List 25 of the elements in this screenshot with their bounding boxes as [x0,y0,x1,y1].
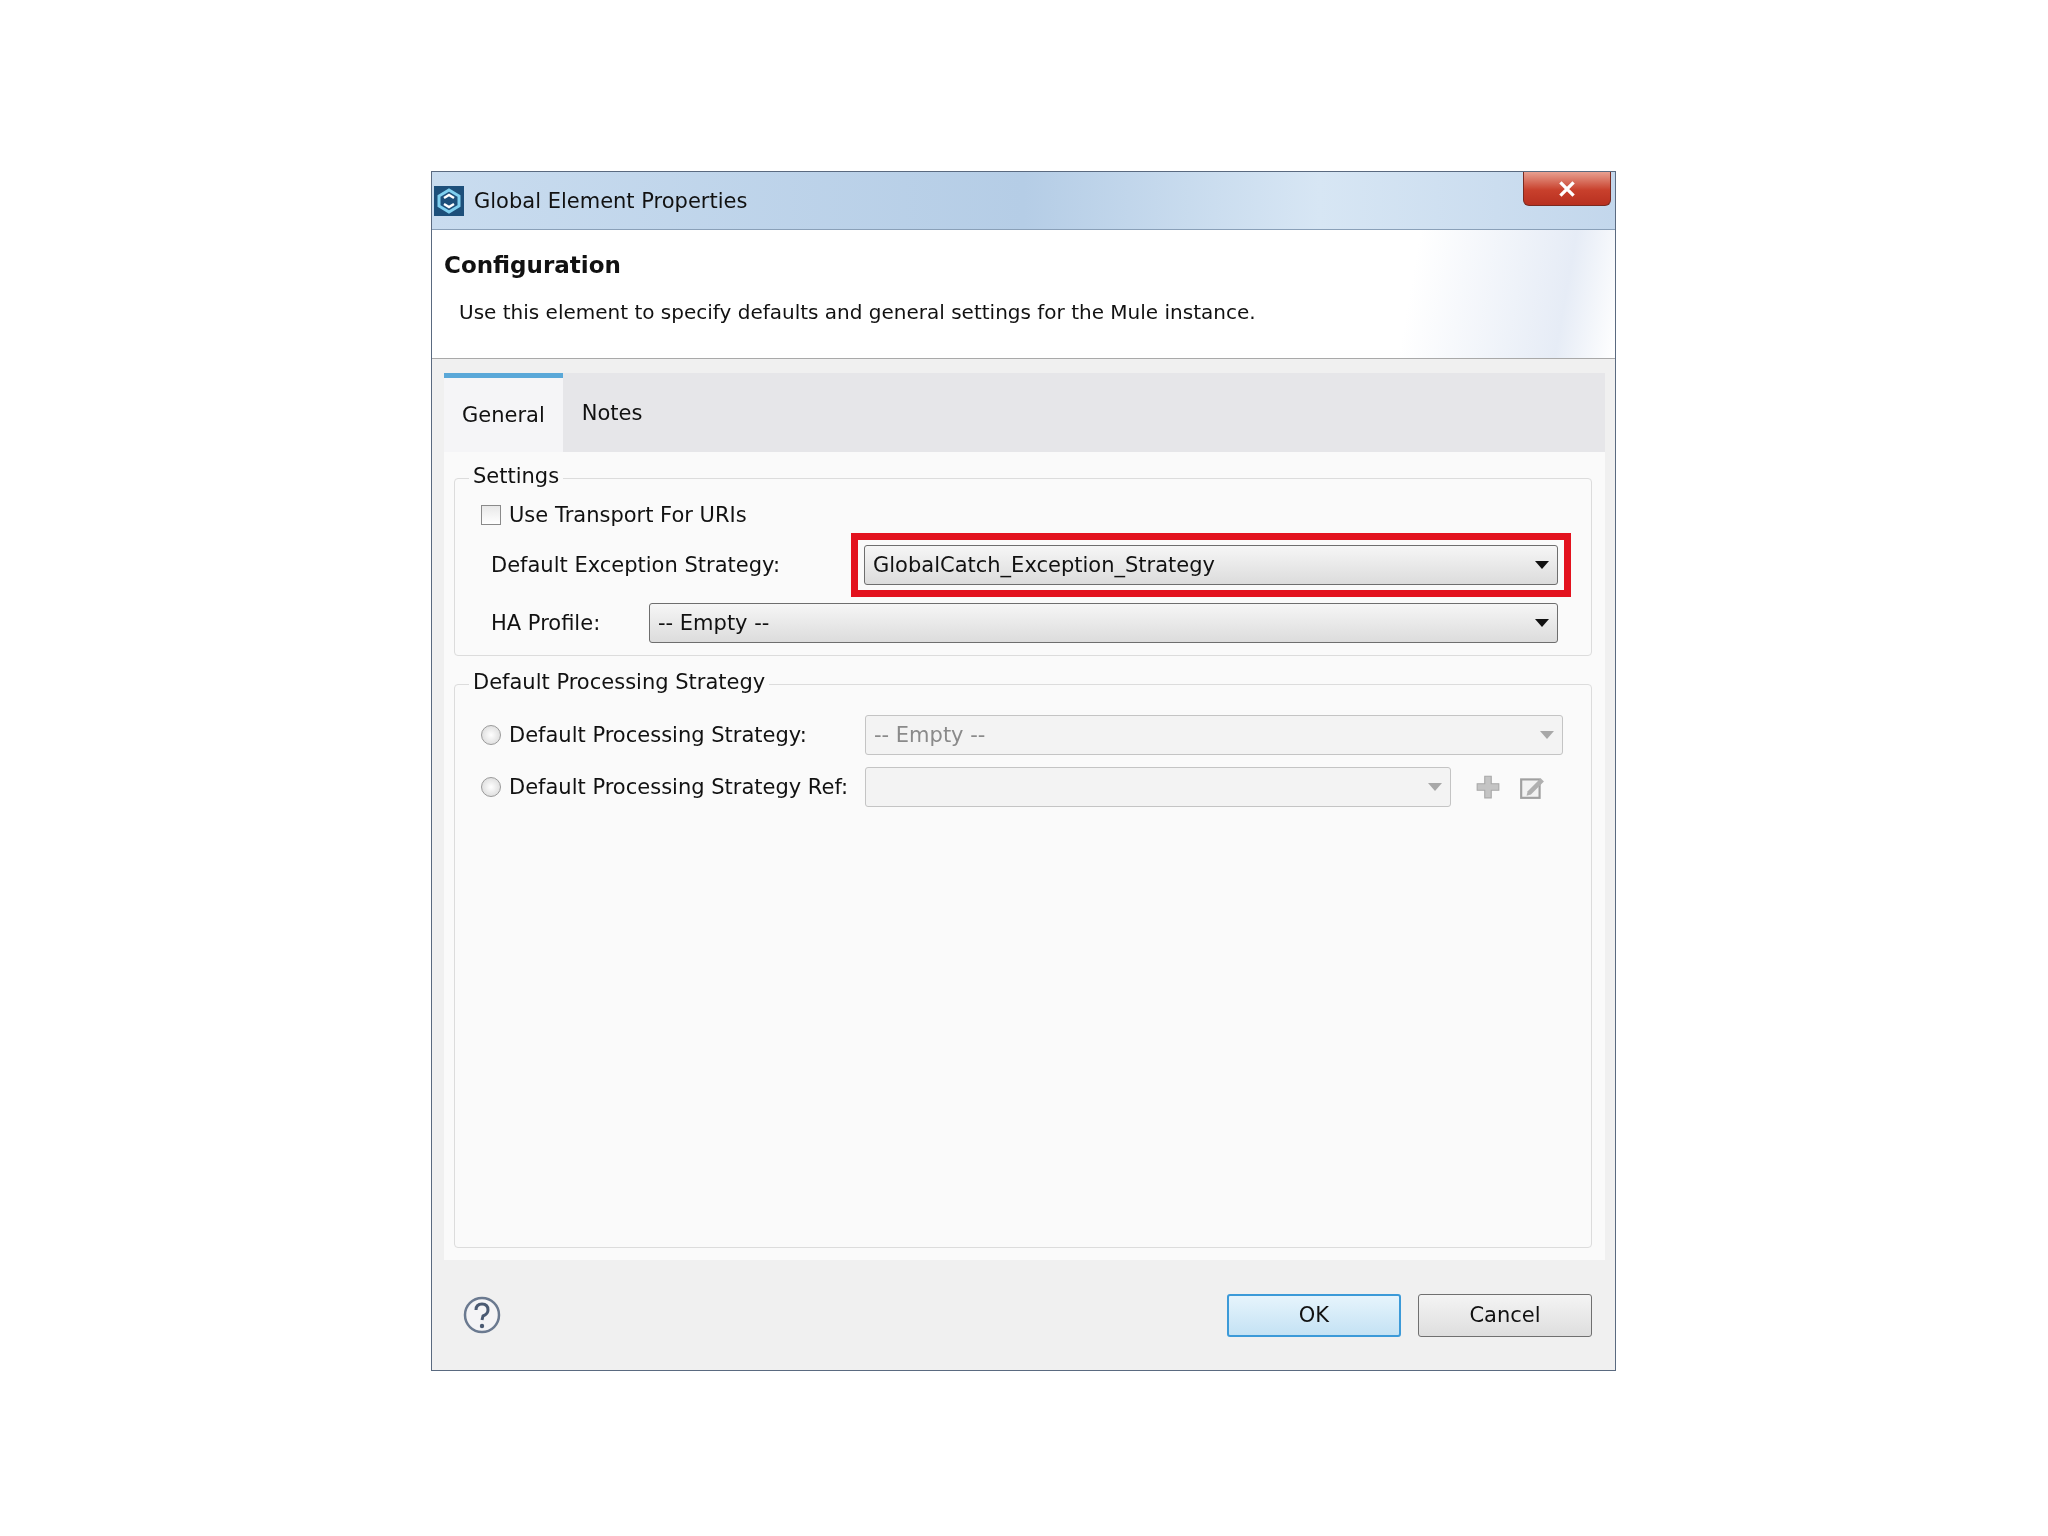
close-button[interactable] [1523,172,1611,206]
tab[interactable]: Notes [562,373,662,452]
dropdown[interactable]: -- Empty -- [649,603,1558,643]
field-label: Default Exception Strategy: [490,553,781,577]
checkbox-label: Use Transport For URIs [509,503,747,527]
radio-label: Default Processing Strategy Ref: [509,775,850,799]
checkbox[interactable] [481,505,501,525]
cancel-button[interactable]: Cancel [1418,1293,1592,1337]
tab[interactable]: General [444,373,563,452]
close-icon [1556,179,1578,198]
window-title: Global Element Properties [474,188,748,213]
page-description: Use this element to specify defaults and general settings for the Mule instance. [459,300,1257,324]
field-label: HA Profile: [490,611,602,635]
radio-label: Default Processing Strategy: [509,723,808,747]
caret-icon [1540,731,1554,739]
caret-icon [1535,619,1549,627]
caret-icon [1535,561,1549,569]
group-title: Settings [469,464,564,488]
ok-button[interactable]: OK [1227,1293,1401,1337]
dropdown[interactable]: GlobalCatch_Exception_Strategy [864,545,1558,585]
group-title: Default Processing Strategy [469,670,770,694]
help-icon[interactable] [462,1295,502,1335]
caret-icon [1428,783,1442,791]
page-title: Configuration [444,252,622,278]
app-icon [434,185,464,216]
